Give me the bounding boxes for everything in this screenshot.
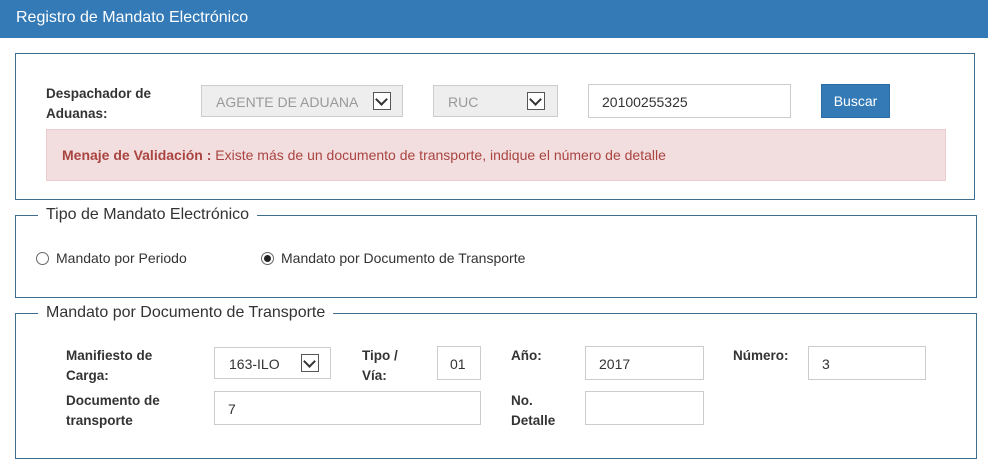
chevron-down-icon xyxy=(527,92,545,110)
documento-label-line2: transporte xyxy=(66,413,133,428)
manifiesto-label: Manifiesto de Carga: xyxy=(66,346,152,386)
doc-type-select-value: RUC xyxy=(448,94,479,110)
manifiesto-select-value: 163-ILO xyxy=(229,356,280,372)
tipo-via-label: Tipo / Vía: xyxy=(362,346,398,386)
detalle-input[interactable] xyxy=(585,391,704,425)
anio-label: Año: xyxy=(511,348,542,363)
despachador-label: Despachador de Aduanas: xyxy=(46,84,151,124)
alert-label: Menaje de Validación : xyxy=(62,147,212,163)
tipo-via-value: 01 xyxy=(450,356,466,372)
tipo-via-label-line1: Tipo / xyxy=(362,348,398,363)
chevron-down-icon xyxy=(373,92,391,110)
detalle-label-line1: No. xyxy=(511,393,533,408)
manifiesto-label-line1: Manifiesto de xyxy=(66,348,153,363)
agent-type-select-value: AGENTE DE ADUANA xyxy=(216,94,359,110)
radio-mandato-periodo[interactable] xyxy=(36,252,49,265)
search-button[interactable]: Buscar xyxy=(821,84,890,118)
documento-value: 7 xyxy=(228,401,236,417)
mandato-documento-legend: Mandato por Documento de Transporte xyxy=(46,304,326,321)
anio-input[interactable]: 2017 xyxy=(585,346,704,380)
alert-message: Existe más de un documento de transporte… xyxy=(211,147,666,163)
mandato-documento-fieldset: Mandato por Documento de Transporte xyxy=(15,304,977,459)
documento-label-line1: Documento de xyxy=(66,393,160,408)
detalle-label: No. Detalle xyxy=(511,391,555,431)
documento-input[interactable]: 7 xyxy=(214,391,481,425)
radio-mandato-documento-label[interactable]: Mandato por Documento de Transporte xyxy=(281,250,525,266)
numero-input[interactable]: 3 xyxy=(808,346,926,380)
chevron-down-icon xyxy=(301,354,319,372)
despachador-label-line2: Aduanas: xyxy=(46,106,108,121)
validation-alert: Menaje de Validación : Existe más de un … xyxy=(46,129,946,181)
tipo-via-input[interactable]: 01 xyxy=(437,346,481,380)
manifiesto-select[interactable]: 163-ILO xyxy=(214,347,331,379)
doc-number-value: 20100255325 xyxy=(602,94,688,110)
doc-number-input[interactable]: 20100255325 xyxy=(588,84,791,118)
detalle-label-line2: Detalle xyxy=(511,413,556,428)
manifiesto-label-line2: Carga: xyxy=(66,368,109,383)
tipo-mandato-legend: Tipo de Mandato Electrónico xyxy=(46,206,250,223)
agent-type-select[interactable]: AGENTE DE ADUANA xyxy=(201,85,403,117)
numero-value: 3 xyxy=(822,356,830,372)
radio-mandato-documento[interactable] xyxy=(261,252,274,265)
tipo-via-label-line2: Vía: xyxy=(362,368,387,383)
page-title: Registro de Mandato Electrónico xyxy=(16,9,249,26)
radio-mandato-periodo-label[interactable]: Mandato por Periodo xyxy=(56,250,187,266)
anio-value: 2017 xyxy=(599,356,631,372)
numero-label: Número: xyxy=(733,348,789,363)
despachador-label-line1: Despachador de xyxy=(46,86,152,101)
header-bar: Registro de Mandato Electrónico xyxy=(0,0,988,38)
documento-label: Documento de transporte xyxy=(66,391,160,431)
doc-type-select[interactable]: RUC xyxy=(433,85,558,117)
